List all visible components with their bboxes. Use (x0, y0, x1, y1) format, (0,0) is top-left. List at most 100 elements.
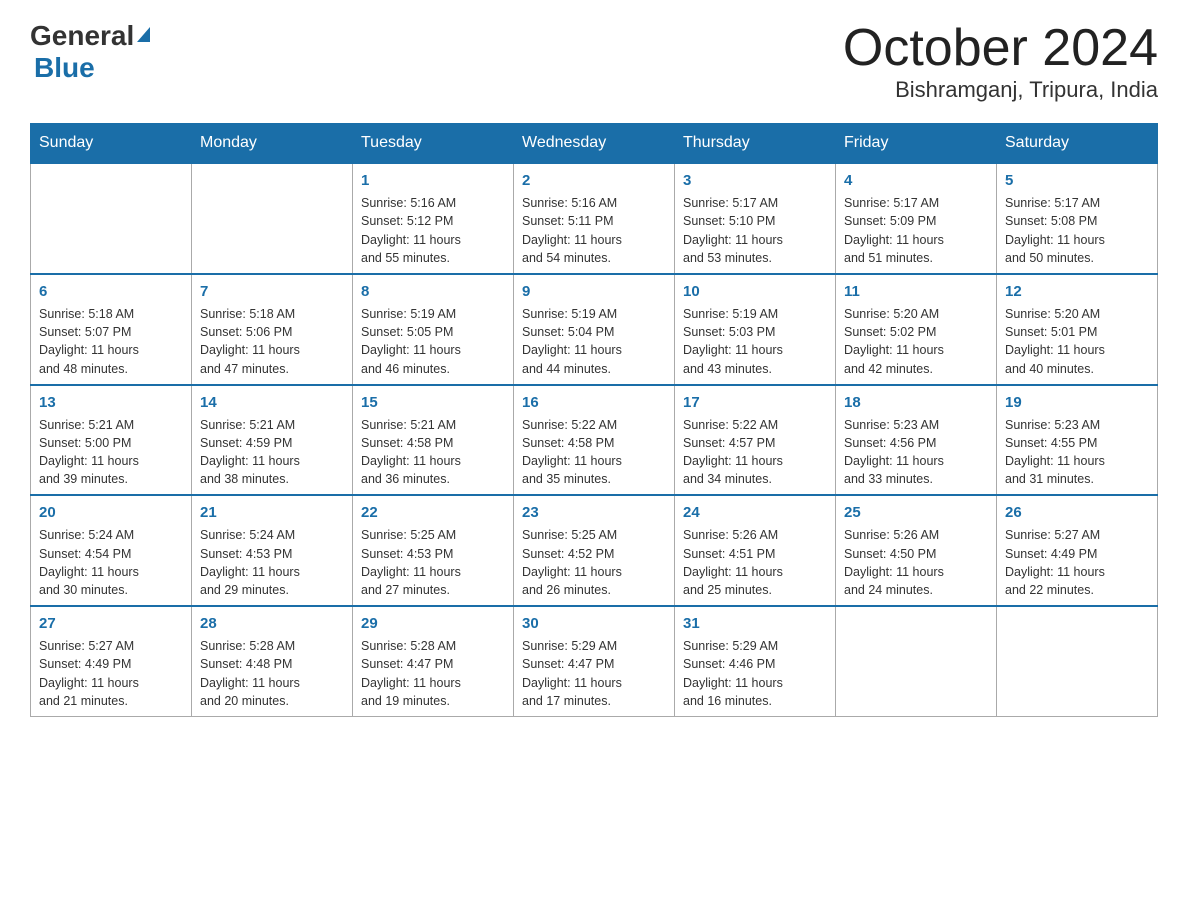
day-number: 28 (200, 613, 344, 634)
title-area: October 2024 Bishramganj, Tripura, India (843, 20, 1158, 103)
day-info: Sunrise: 5:29 AMSunset: 4:47 PMDaylight:… (522, 639, 622, 708)
day-info: Sunrise: 5:27 AMSunset: 4:49 PMDaylight:… (39, 639, 139, 708)
day-number: 6 (39, 281, 183, 302)
calendar-cell (31, 163, 192, 274)
day-number: 5 (1005, 170, 1149, 191)
logo-general-text: General (30, 20, 134, 52)
day-number: 27 (39, 613, 183, 634)
day-number: 7 (200, 281, 344, 302)
day-info: Sunrise: 5:26 AMSunset: 4:50 PMDaylight:… (844, 528, 944, 597)
calendar-cell: 24 Sunrise: 5:26 AMSunset: 4:51 PMDayligh… (675, 495, 836, 606)
day-info: Sunrise: 5:24 AMSunset: 4:54 PMDaylight:… (39, 528, 139, 597)
day-number: 4 (844, 170, 988, 191)
day-number: 24 (683, 502, 827, 523)
week-row-4: 20 Sunrise: 5:24 AMSunset: 4:54 PMDayligh… (31, 495, 1158, 606)
day-info: Sunrise: 5:22 AMSunset: 4:57 PMDaylight:… (683, 418, 783, 487)
month-title: October 2024 (843, 20, 1158, 77)
day-number: 16 (522, 392, 666, 413)
day-info: Sunrise: 5:25 AMSunset: 4:53 PMDaylight:… (361, 528, 461, 597)
calendar-cell: 16Sunrise: 5:22 AMSunset: 4:58 PMDayligh… (514, 385, 675, 496)
calendar-cell: 13Sunrise: 5:21 AMSunset: 5:00 PMDayligh… (31, 385, 192, 496)
day-number: 1 (361, 170, 505, 191)
header-friday: Friday (836, 124, 997, 164)
day-number: 25 (844, 502, 988, 523)
day-info: Sunrise: 5:19 AMSunset: 5:04 PMDaylight:… (522, 307, 622, 376)
calendar-cell (836, 606, 997, 716)
calendar-cell: 15 Sunrise: 5:21 AMSunset: 4:58 PMDayligh… (353, 385, 514, 496)
calendar-cell: 3 Sunrise: 5:17 AMSunset: 5:10 PMDaylight… (675, 163, 836, 274)
calendar-cell: 7 Sunrise: 5:18 AMSunset: 5:06 PMDaylight… (192, 274, 353, 385)
day-info: Sunrise: 5:17 AMSunset: 5:09 PMDaylight:… (844, 196, 944, 265)
header-sunday: Sunday (31, 124, 192, 164)
header-monday: Monday (192, 124, 353, 164)
day-info: Sunrise: 5:25 AMSunset: 4:52 PMDaylight:… (522, 528, 622, 597)
day-number: 20 (39, 502, 183, 523)
day-number: 12 (1005, 281, 1149, 302)
day-info: Sunrise: 5:24 AMSunset: 4:53 PMDaylight:… (200, 528, 300, 597)
calendar-cell: 11Sunrise: 5:20 AMSunset: 5:02 PMDayligh… (836, 274, 997, 385)
day-number: 30 (522, 613, 666, 634)
day-number: 8 (361, 281, 505, 302)
day-info: Sunrise: 5:18 AMSunset: 5:06 PMDaylight:… (200, 307, 300, 376)
calendar-cell: 20 Sunrise: 5:24 AMSunset: 4:54 PMDayligh… (31, 495, 192, 606)
day-number: 3 (683, 170, 827, 191)
day-info: Sunrise: 5:16 AMSunset: 5:11 PMDaylight:… (522, 196, 622, 265)
day-info: Sunrise: 5:26 AMSunset: 4:51 PMDaylight:… (683, 528, 783, 597)
day-number: 31 (683, 613, 827, 634)
logo-blue-text: Blue (34, 52, 95, 83)
day-number: 23 (522, 502, 666, 523)
calendar-cell: 17 Sunrise: 5:22 AMSunset: 4:57 PMDayligh… (675, 385, 836, 496)
day-number: 14 (200, 392, 344, 413)
calendar-cell: 25 Sunrise: 5:26 AMSunset: 4:50 PMDayligh… (836, 495, 997, 606)
day-info: Sunrise: 5:28 AMSunset: 4:48 PMDaylight:… (200, 639, 300, 708)
calendar-cell: 22Sunrise: 5:25 AMSunset: 4:53 PMDayligh… (353, 495, 514, 606)
day-number: 11 (844, 281, 988, 302)
calendar-cell: 8Sunrise: 5:19 AMSunset: 5:05 PMDaylight… (353, 274, 514, 385)
day-number: 26 (1005, 502, 1149, 523)
calendar-cell: 29 Sunrise: 5:28 AMSunset: 4:47 PMDayligh… (353, 606, 514, 716)
weekday-header-row: Sunday Monday Tuesday Wednesday Thursday… (31, 124, 1158, 164)
day-info: Sunrise: 5:29 AMSunset: 4:46 PMDaylight:… (683, 639, 783, 708)
day-number: 13 (39, 392, 183, 413)
day-info: Sunrise: 5:20 AMSunset: 5:01 PMDaylight:… (1005, 307, 1105, 376)
day-number: 15 (361, 392, 505, 413)
day-info: Sunrise: 5:27 AMSunset: 4:49 PMDaylight:… (1005, 528, 1105, 597)
calendar-cell: 12 Sunrise: 5:20 AMSunset: 5:01 PMDayligh… (997, 274, 1158, 385)
day-info: Sunrise: 5:23 AMSunset: 4:56 PMDaylight:… (844, 418, 944, 487)
day-info: Sunrise: 5:28 AMSunset: 4:47 PMDaylight:… (361, 639, 461, 708)
day-number: 17 (683, 392, 827, 413)
day-number: 18 (844, 392, 988, 413)
calendar-cell: 14 Sunrise: 5:21 AMSunset: 4:59 PMDayligh… (192, 385, 353, 496)
calendar-cell (997, 606, 1158, 716)
week-row-1: 1 Sunrise: 5:16 AMSunset: 5:12 PMDaylight… (31, 163, 1158, 274)
calendar-cell: 31 Sunrise: 5:29 AMSunset: 4:46 PMDayligh… (675, 606, 836, 716)
calendar-cell: 30 Sunrise: 5:29 AMSunset: 4:47 PMDayligh… (514, 606, 675, 716)
location-title: Bishramganj, Tripura, India (843, 77, 1158, 103)
day-number: 19 (1005, 392, 1149, 413)
day-info: Sunrise: 5:16 AMSunset: 5:12 PMDaylight:… (361, 196, 461, 265)
calendar-cell: 4 Sunrise: 5:17 AMSunset: 5:09 PMDaylight… (836, 163, 997, 274)
calendar-cell: 5 Sunrise: 5:17 AMSunset: 5:08 PMDaylight… (997, 163, 1158, 274)
header-saturday: Saturday (997, 124, 1158, 164)
calendar-cell: 28 Sunrise: 5:28 AMSunset: 4:48 PMDayligh… (192, 606, 353, 716)
day-number: 29 (361, 613, 505, 634)
logo-area: General Blue (30, 20, 150, 84)
calendar-cell: 23 Sunrise: 5:25 AMSunset: 4:52 PMDayligh… (514, 495, 675, 606)
calendar-cell: 21Sunrise: 5:24 AMSunset: 4:53 PMDayligh… (192, 495, 353, 606)
day-info: Sunrise: 5:21 AMSunset: 4:59 PMDaylight:… (200, 418, 300, 487)
calendar-cell: 9 Sunrise: 5:19 AMSunset: 5:04 PMDaylight… (514, 274, 675, 385)
header-tuesday: Tuesday (353, 124, 514, 164)
day-number: 2 (522, 170, 666, 191)
day-info: Sunrise: 5:21 AMSunset: 4:58 PMDaylight:… (361, 418, 461, 487)
day-info: Sunrise: 5:17 AMSunset: 5:10 PMDaylight:… (683, 196, 783, 265)
calendar-cell (192, 163, 353, 274)
header-thursday: Thursday (675, 124, 836, 164)
day-info: Sunrise: 5:17 AMSunset: 5:08 PMDaylight:… (1005, 196, 1105, 265)
calendar-cell: 19Sunrise: 5:23 AMSunset: 4:55 PMDayligh… (997, 385, 1158, 496)
week-row-2: 6 Sunrise: 5:18 AMSunset: 5:07 PMDaylight… (31, 274, 1158, 385)
day-number: 9 (522, 281, 666, 302)
calendar-cell: 26 Sunrise: 5:27 AMSunset: 4:49 PMDayligh… (997, 495, 1158, 606)
calendar-cell: 18 Sunrise: 5:23 AMSunset: 4:56 PMDayligh… (836, 385, 997, 496)
header: General Blue October 2024 Bishramganj, T… (30, 20, 1158, 103)
day-info: Sunrise: 5:18 AMSunset: 5:07 PMDaylight:… (39, 307, 139, 376)
